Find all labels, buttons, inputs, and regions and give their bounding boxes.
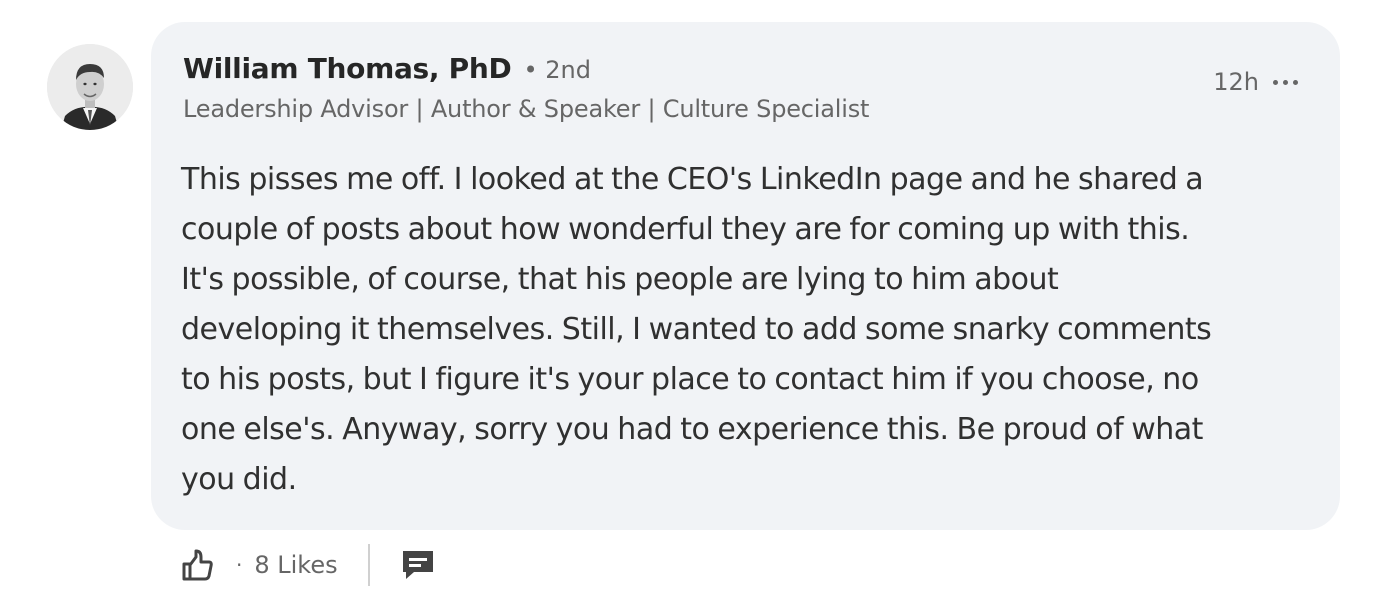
dot: [1283, 79, 1288, 85]
like-button[interactable]: [178, 546, 216, 584]
thumbs-up-icon: [182, 549, 213, 581]
actions-divider: [367, 544, 370, 586]
comment-timestamp: 12h: [1213, 68, 1259, 96]
ellipsis-icon[interactable]: [1273, 76, 1298, 89]
author-name[interactable]: William Thomas, PhD: [183, 52, 512, 85]
author-row: William Thomas, PhD • 2nd: [183, 52, 591, 85]
dot: [1273, 79, 1278, 85]
comment-bubble: William Thomas, PhD • 2nd Leadership Adv…: [151, 22, 1340, 530]
actions-separator: ·: [236, 553, 243, 577]
avatar-photo: [47, 44, 133, 130]
likes-count[interactable]: 8 Likes: [254, 551, 337, 579]
comment-actions: · 8 Likes: [178, 540, 438, 590]
comment-text: This pisses me off. I looked at the CEO'…: [181, 162, 1212, 497]
comment-meta: 12h: [1213, 68, 1298, 96]
comment-icon: [402, 551, 433, 579]
connection-degree: • 2nd: [523, 56, 591, 84]
reply-button[interactable]: [398, 546, 438, 584]
author-avatar[interactable]: [47, 44, 133, 130]
comment-thread: William Thomas, PhD • 2nd Leadership Adv…: [0, 0, 1377, 604]
author-headline: Leadership Advisor | Author & Speaker | …: [183, 95, 870, 123]
dot: [1293, 79, 1298, 85]
